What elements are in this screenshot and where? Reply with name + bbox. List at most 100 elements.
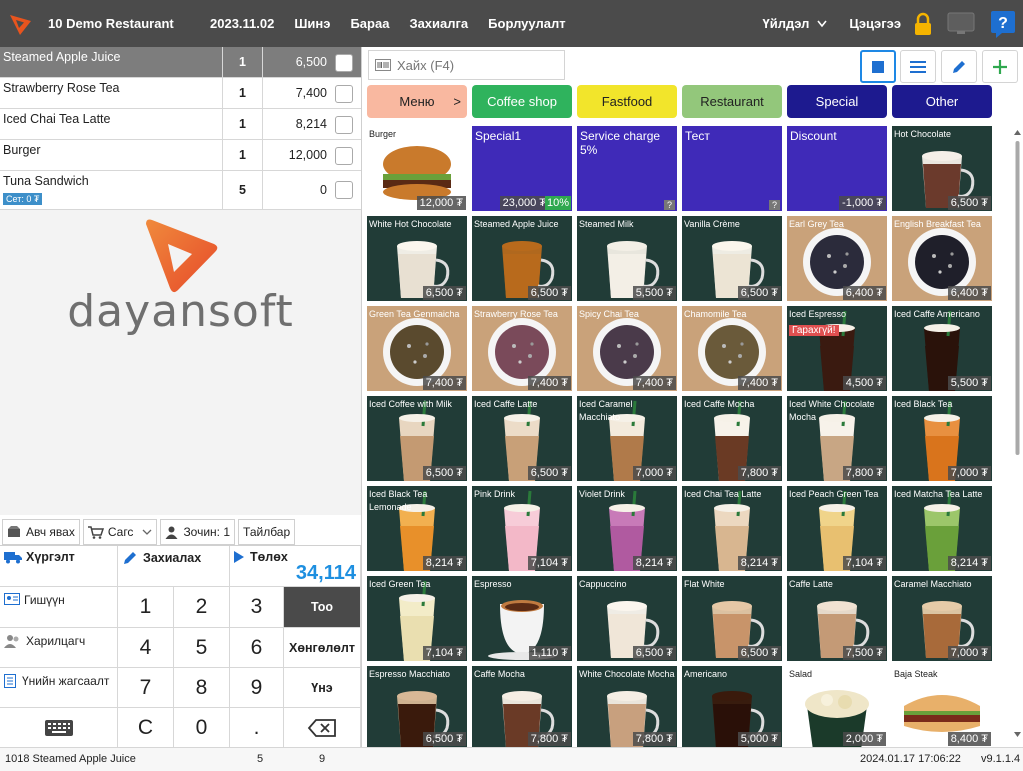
product-tile[interactable]: Iced Chai Tea Latte 8,214 ₮ <box>682 486 782 571</box>
note-button[interactable]: Тайлбар <box>238 519 296 545</box>
product-tile[interactable]: Caffe Mocha 7,800 ₮ <box>472 666 572 747</box>
takeaway-button[interactable]: Авч явах <box>2 519 80 545</box>
product-tile[interactable]: Iced Black Tea Lemonade 8,214 ₮ <box>367 486 467 571</box>
key-8[interactable]: 8 <box>174 668 230 708</box>
order-item-checkbox[interactable] <box>335 85 353 103</box>
qty-mode-button[interactable]: Тоо <box>284 587 361 628</box>
order-row[interactable]: Steamed Apple Juice 1 6,500 <box>0 47 361 78</box>
key-5[interactable]: 5 <box>174 628 230 668</box>
order-row[interactable]: Strawberry Rose Tea 1 7,400 <box>0 78 361 109</box>
grid-view-button[interactable] <box>860 50 896 83</box>
vertical-scrollbar[interactable] <box>1012 125 1023 747</box>
product-tile[interactable]: Pink Drink 7,104 ₮ <box>472 486 572 571</box>
product-tile[interactable]: Iced Caffe Americano 5,500 ₮ <box>892 306 992 391</box>
search-input[interactable] <box>397 57 547 73</box>
user-name[interactable]: Цэцэгээ <box>849 16 901 31</box>
product-tile[interactable]: Тест? <box>682 126 782 211</box>
product-tile[interactable]: Iced Caramel Macchiato 7,000 ₮ <box>577 396 677 481</box>
product-tile[interactable]: Special1 23,000 ₮ 10% <box>472 126 572 211</box>
product-tile[interactable]: Americano 5,000 ₮ <box>682 666 782 747</box>
list-view-button[interactable] <box>900 50 936 83</box>
order-item-checkbox[interactable] <box>335 147 353 165</box>
product-tile[interactable]: Violet Drink 8,214 ₮ <box>577 486 677 571</box>
product-tile[interactable]: Iced White Chocolate Mocha 7,800 ₮ <box>787 396 887 481</box>
price-mode-button[interactable]: Үнэ <box>284 668 361 708</box>
product-tile[interactable]: White Hot Chocolate 6,500 ₮ <box>367 216 467 301</box>
key-2[interactable]: 2 <box>174 587 230 628</box>
backspace-button[interactable] <box>284 708 361 748</box>
category-coffee-shop[interactable]: Coffee shop <box>472 85 572 118</box>
order-row[interactable]: Burger 1 12,000 <box>0 140 361 171</box>
key-4[interactable]: 4 <box>118 628 174 668</box>
product-tile[interactable]: White Chocolate Mocha 7,800 ₮ <box>577 666 677 747</box>
product-tile[interactable]: Iced Green Tea 7,104 ₮ <box>367 576 467 661</box>
order-item-checkbox[interactable] <box>335 54 353 72</box>
nav-new[interactable]: Шинэ <box>294 16 330 31</box>
nav-products[interactable]: Бараа <box>350 16 389 31</box>
product-tile[interactable]: Steamed Apple Juice 6,500 ₮ <box>472 216 572 301</box>
product-tile[interactable]: Cappuccino 6,500 ₮ <box>577 576 677 661</box>
category-other[interactable]: Other <box>892 85 992 118</box>
help-icon[interactable]: ? <box>983 0 1023 47</box>
operations-menu[interactable]: Үйлдэл <box>763 16 828 31</box>
edit-button[interactable] <box>941 50 977 83</box>
lock-icon[interactable] <box>907 0 939 47</box>
category-меню[interactable]: Меню > <box>367 85 467 118</box>
product-tile[interactable]: Steamed Milk 5,500 ₮ <box>577 216 677 301</box>
member-button[interactable]: Гишүүн <box>0 587 118 628</box>
product-tile[interactable]: Discount -1,000 ₮ <box>787 126 887 211</box>
product-tile[interactable]: Iced Caffe Mocha 7,800 ₮ <box>682 396 782 481</box>
delivery-button[interactable]: Хүргэлт <box>0 546 118 587</box>
key-0[interactable]: 0 <box>174 708 230 748</box>
place-order-button[interactable]: Захиалах <box>118 546 230 587</box>
product-tile[interactable]: Iced Peach Green Tea 7,104 ₮ <box>787 486 887 571</box>
discount-mode-button[interactable]: Хөнгөлөлт <box>284 628 361 668</box>
product-tile[interactable]: Earl Grey Tea 6,400 ₮ <box>787 216 887 301</box>
product-tile[interactable]: Flat White 6,500 ₮ <box>682 576 782 661</box>
product-tile[interactable]: Strawberry Rose Tea 7,400 ₮ <box>472 306 572 391</box>
category-restaurant[interactable]: Restaurant <box>682 85 782 118</box>
category-special[interactable]: Special <box>787 85 887 118</box>
product-tile[interactable]: Hot Chocolate 6,500 ₮ <box>892 126 992 211</box>
product-tile[interactable]: Iced Espresso Гарахгүй! 4,500 ₮ <box>787 306 887 391</box>
order-row[interactable]: Tuna Sandwich Сет: 0 ₮ 5 0 <box>0 171 361 210</box>
guests-button[interactable]: Зочин: 1 <box>160 519 236 545</box>
product-tile[interactable]: Espresso Macchiato 6,500 ₮ <box>367 666 467 747</box>
product-tile[interactable]: English Breakfast Tea 6,400 ₮ <box>892 216 992 301</box>
key-7[interactable]: 7 <box>118 668 174 708</box>
keyboard-button[interactable] <box>0 708 118 748</box>
pay-button[interactable]: Төлөх 34,114 <box>230 546 361 587</box>
product-tile[interactable]: Green Tea Genmaicha 7,400 ₮ <box>367 306 467 391</box>
app-logo-icon[interactable] <box>0 0 40 47</box>
product-tile[interactable]: Caramel Macchiato 7,000 ₮ <box>892 576 992 661</box>
key-9[interactable]: 9 <box>230 668 284 708</box>
nav-orders[interactable]: Захиалга <box>409 16 468 31</box>
product-tile[interactable]: Spicy Chai Tea 7,400 ₮ <box>577 306 677 391</box>
product-tile[interactable]: Service charge 5%? <box>577 126 677 211</box>
product-tile[interactable]: Salad 2,000 ₮ <box>787 666 887 747</box>
category-fastfood[interactable]: Fastfood <box>577 85 677 118</box>
customer-button[interactable]: Харилцагч <box>0 628 118 668</box>
order-item-checkbox[interactable] <box>335 116 353 134</box>
product-tile[interactable]: Vanilla Crème 6,500 ₮ <box>682 216 782 301</box>
key-1[interactable]: 1 <box>118 587 174 628</box>
product-tile[interactable]: Baja Steak 8,400 ₮ <box>892 666 992 747</box>
product-tile[interactable]: Iced Black Tea 7,000 ₮ <box>892 396 992 481</box>
cart-button[interactable]: Сагс <box>82 519 158 545</box>
price-list-button[interactable]: Үнийн жагсаалт <box>0 668 118 708</box>
product-tile[interactable]: Iced Matcha Tea Latte 8,214 ₮ <box>892 486 992 571</box>
product-tile[interactable]: Chamomile Tea 7,400 ₮ <box>682 306 782 391</box>
order-item-checkbox[interactable] <box>335 181 353 199</box>
product-tile[interactable]: Burger 12,000 ₮ <box>367 126 467 211</box>
order-row[interactable]: Iced Chai Tea Latte 1 8,214 <box>0 109 361 140</box>
product-tile[interactable]: Iced Coffee with Milk 6,500 ₮ <box>367 396 467 481</box>
product-tile[interactable]: Iced Caffe Latte 6,500 ₮ <box>472 396 572 481</box>
key-dot[interactable]: . <box>230 708 284 748</box>
nav-sales[interactable]: Борлуулалт <box>488 16 565 31</box>
product-tile[interactable]: Caffe Latte 7,500 ₮ <box>787 576 887 661</box>
key-6[interactable]: 6 <box>230 628 284 668</box>
key-3[interactable]: 3 <box>230 587 284 628</box>
key-clear[interactable]: C <box>118 708 174 748</box>
restaurant-name[interactable]: 10 Demo Restaurant <box>48 16 198 31</box>
monitor-icon[interactable] <box>939 0 983 47</box>
